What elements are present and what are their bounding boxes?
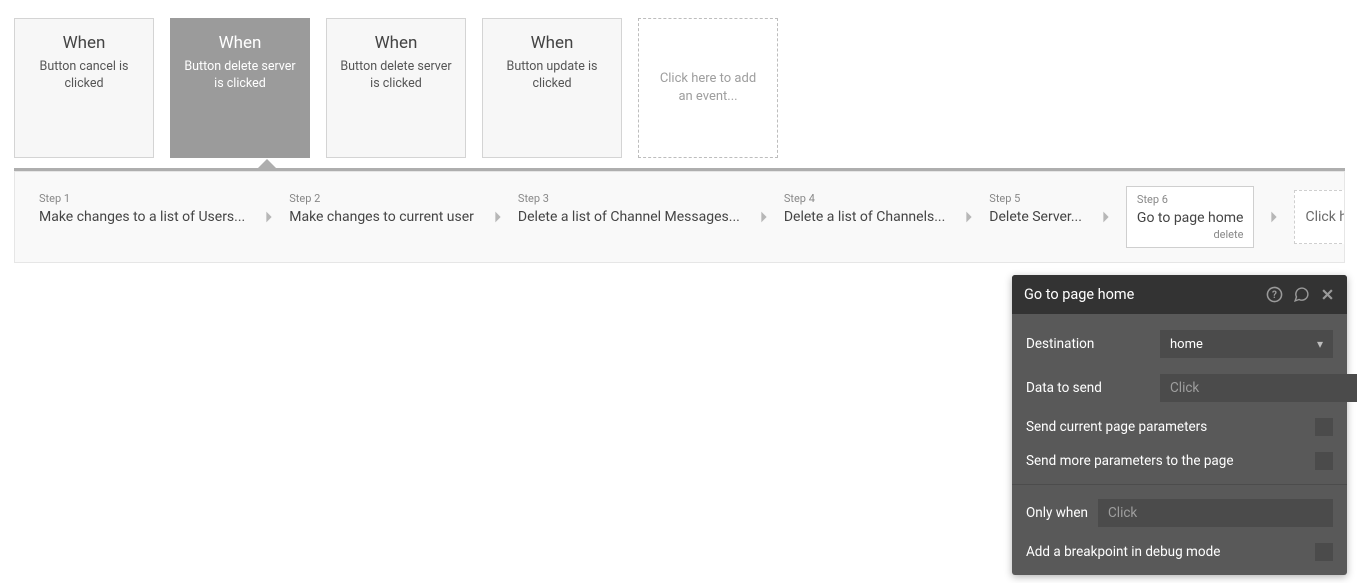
arrow-right-icon: [484, 190, 512, 244]
close-icon[interactable]: [1320, 286, 1335, 303]
event-title: When: [491, 33, 613, 53]
panel-header[interactable]: Go to page home ?: [1012, 275, 1347, 314]
arrow-right-icon: [255, 190, 283, 244]
send-more-label: Send more parameters to the page: [1026, 453, 1233, 469]
panel-divider: [1012, 484, 1347, 485]
step-number: Step 5: [989, 192, 1082, 205]
pointer-bar: [14, 168, 1345, 171]
event-card-delete-server-selected[interactable]: When Button delete server is clicked: [170, 18, 310, 158]
breakpoint-row: Add a breakpoint in debug mode: [1012, 535, 1347, 575]
only-when-label: Only when: [1026, 505, 1090, 521]
send-more-row: Send more parameters to the page: [1012, 444, 1347, 478]
property-panel: Go to page home ? Destination home ▾ Dat…: [1012, 275, 1347, 575]
step-label: Go to page home: [1137, 210, 1244, 226]
only-when-input[interactable]: [1098, 499, 1333, 527]
send-current-checkbox[interactable]: [1315, 418, 1333, 436]
step-label: Make changes to a list of Users...: [39, 209, 245, 225]
event-card-delete-server[interactable]: When Button delete server is clicked: [326, 18, 466, 158]
add-action-placeholder: Click here to add an action...: [1305, 209, 1345, 225]
help-icon[interactable]: ?: [1266, 286, 1283, 303]
steps-strip: Step 1 Make changes to a list of Users..…: [14, 171, 1345, 263]
events-row: When Button cancel is clicked When Butto…: [0, 0, 1359, 158]
step-number: Step 4: [784, 192, 945, 205]
step-label: Delete Server...: [989, 209, 1082, 225]
destination-label: Destination: [1026, 336, 1152, 352]
svg-text:?: ?: [1272, 290, 1277, 301]
step-2[interactable]: Step 2 Make changes to current user: [289, 190, 478, 244]
arrow-right-icon: [1092, 190, 1120, 244]
arrow-right-icon: [1260, 190, 1288, 244]
data-to-send-label: Data to send: [1026, 380, 1152, 396]
panel-title: Go to page home: [1024, 286, 1266, 303]
step-5[interactable]: Step 5 Delete Server...: [989, 190, 1086, 244]
destination-row: Destination home ▾: [1012, 322, 1347, 366]
step-label: Delete a list of Channel Messages...: [518, 209, 740, 225]
event-card-update[interactable]: When Button update is clicked: [482, 18, 622, 158]
destination-select[interactable]: home ▾: [1160, 330, 1333, 358]
destination-value: home: [1170, 337, 1203, 352]
comment-icon[interactable]: [1293, 286, 1310, 303]
send-current-row: Send current page parameters: [1012, 410, 1347, 444]
step-number: Step 1: [39, 192, 245, 205]
send-current-label: Send current page parameters: [1026, 419, 1207, 435]
event-title: When: [23, 33, 145, 53]
step-4[interactable]: Step 4 Delete a list of Channels...: [784, 190, 949, 244]
arrow-right-icon: [750, 190, 778, 244]
event-title: When: [179, 33, 301, 53]
breakpoint-checkbox[interactable]: [1315, 543, 1333, 561]
panel-body: Destination home ▾ Data to send Send cur…: [1012, 314, 1347, 575]
step-sublabel: delete: [1137, 228, 1244, 241]
step-3[interactable]: Step 3 Delete a list of Channel Messages…: [518, 190, 744, 244]
event-desc: Button update is clicked: [491, 59, 613, 93]
breakpoint-label: Add a breakpoint in debug mode: [1026, 544, 1220, 560]
step-6-selected[interactable]: Step 6 Go to page home delete: [1126, 186, 1255, 248]
data-to-send-input[interactable]: [1160, 374, 1357, 402]
event-desc: Button delete server is clicked: [179, 59, 301, 93]
step-label: Make changes to current user: [289, 209, 474, 225]
step-label: Delete a list of Channels...: [784, 209, 945, 225]
only-when-row: Only when: [1012, 491, 1347, 535]
selected-event-pointer: [258, 159, 276, 168]
step-number: Step 2: [289, 192, 474, 205]
event-desc: Button delete server is clicked: [335, 59, 457, 93]
chevron-down-icon: ▾: [1317, 337, 1323, 351]
event-title: When: [335, 33, 457, 53]
add-action-step[interactable]: Click here to add an action...: [1294, 190, 1345, 244]
step-number: Step 6: [1137, 193, 1244, 206]
event-desc: Button cancel is clicked: [23, 59, 145, 93]
arrow-right-icon: [955, 190, 983, 244]
add-event-placeholder: Click here to add an event...: [653, 70, 763, 106]
event-card-cancel[interactable]: When Button cancel is clicked: [14, 18, 154, 158]
step-number: Step 3: [518, 192, 740, 205]
data-to-send-row: Data to send: [1012, 366, 1347, 410]
add-event-card[interactable]: Click here to add an event...: [638, 18, 778, 158]
send-more-checkbox[interactable]: [1315, 452, 1333, 470]
step-1[interactable]: Step 1 Make changes to a list of Users..…: [39, 190, 249, 244]
